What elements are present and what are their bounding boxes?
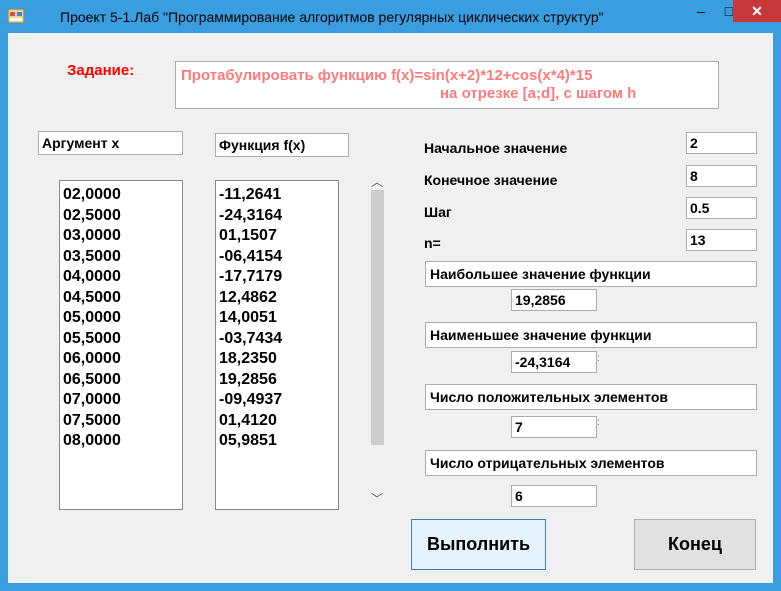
positive-label-box[interactable]: Число положительных элементов <box>425 384 757 410</box>
list-item[interactable]: 03,5000 <box>60 247 182 268</box>
list-item[interactable]: 07,5000 <box>60 411 182 432</box>
app-window: Проект 5-1.Лаб "Программирование алгорит… <box>0 0 781 591</box>
start-value-input[interactable]: 2 <box>686 132 757 154</box>
list-item[interactable]: 06,0000 <box>60 349 182 370</box>
list-item[interactable]: 04,5000 <box>60 288 182 309</box>
run-button[interactable]: Выполнить <box>411 519 546 570</box>
list-item[interactable]: 01,4120 <box>216 411 338 432</box>
step-input[interactable]: 0.5 <box>686 197 757 219</box>
close-button[interactable]: ✕ <box>733 0 781 22</box>
list-item[interactable]: -11,2641 <box>216 185 338 206</box>
list-item[interactable]: -17,7179 <box>216 267 338 288</box>
positive-cursor-mark: : <box>597 417 600 428</box>
window-title: Проект 5-1.Лаб "Программирование алгорит… <box>60 9 604 25</box>
task-line-1: Протабулировать функцию f(x)=sin(x+2)*12… <box>181 67 593 84</box>
list-item[interactable]: 12,4862 <box>216 288 338 309</box>
scroll-thumb[interactable] <box>371 190 384 445</box>
list-item[interactable]: 19,2856 <box>216 370 338 391</box>
negative-label-box[interactable]: Число отрицательных элементов <box>425 450 757 476</box>
positive-count-output[interactable]: 7 <box>511 416 597 438</box>
app-form-icon <box>8 9 24 23</box>
n-label: n= <box>424 235 441 251</box>
list-item[interactable]: 05,5000 <box>60 329 182 350</box>
min-value-output[interactable]: -24,3164 <box>511 351 597 373</box>
end-value-label: Конечное значение <box>424 172 558 188</box>
start-value-label: Начальное значение <box>424 140 568 156</box>
task-label: Задание: <box>67 62 135 79</box>
scroll-up-icon[interactable]: ︿ <box>368 173 386 190</box>
min-cursor-mark: : <box>597 353 600 364</box>
title-bar[interactable]: Проект 5-1.Лаб "Программирование алгорит… <box>0 0 781 33</box>
list-item[interactable]: 05,0000 <box>60 308 182 329</box>
list-item[interactable]: 01,1507 <box>216 226 338 247</box>
task-line-2: на отрезке [a;d], с шагом h <box>440 85 637 102</box>
list-item[interactable]: 18,2350 <box>216 349 338 370</box>
form-client-area: Задание: Протабулировать функцию f(x)=si… <box>8 33 773 583</box>
step-label: Шаг <box>424 204 452 220</box>
list-item[interactable]: -09,4937 <box>216 390 338 411</box>
max-label-box[interactable]: Наибольшее значение функции <box>425 261 757 287</box>
argument-header[interactable]: Аргумент x <box>38 131 183 155</box>
function-header[interactable]: Функция f(x) <box>215 133 349 157</box>
list-item[interactable]: -06,4154 <box>216 247 338 268</box>
list-item[interactable]: -03,7434 <box>216 329 338 350</box>
list-item[interactable]: 07,0000 <box>60 390 182 411</box>
list-item[interactable]: 14,0051 <box>216 308 338 329</box>
negative-count-output[interactable]: 6 <box>511 485 597 507</box>
vertical-scrollbar[interactable]: ︿ ﹀ <box>368 173 386 507</box>
end-value-input[interactable]: 8 <box>686 165 757 187</box>
list-item[interactable]: -24,3164 <box>216 206 338 227</box>
task-textbox[interactable]: Протабулировать функцию f(x)=sin(x+2)*12… <box>175 61 719 109</box>
minimize-button[interactable]: – <box>686 0 716 22</box>
exit-button[interactable]: Конец <box>634 519 756 570</box>
list-item[interactable]: 05,9851 <box>216 431 338 452</box>
list-item[interactable]: 06,5000 <box>60 370 182 391</box>
list-item[interactable]: 03,0000 <box>60 226 182 247</box>
list-item[interactable]: 02,5000 <box>60 206 182 227</box>
n-input[interactable]: 13 <box>686 229 757 251</box>
min-label-box[interactable]: Наименьшее значение функции <box>425 322 757 348</box>
list-item[interactable]: 04,0000 <box>60 267 182 288</box>
function-listbox[interactable]: -11,2641 -24,3164 01,1507 -06,4154 -17,7179 1… <box>215 180 339 510</box>
argument-listbox[interactable]: 02,0000 02,5000 03,0000 03,5000 04,0000 04,50… <box>59 180 183 510</box>
list-item[interactable]: 02,0000 <box>60 185 182 206</box>
max-value-output[interactable]: 19,2856 <box>511 289 597 311</box>
list-item[interactable]: 08,0000 <box>60 431 182 452</box>
scroll-down-icon[interactable]: ﹀ <box>368 490 386 507</box>
